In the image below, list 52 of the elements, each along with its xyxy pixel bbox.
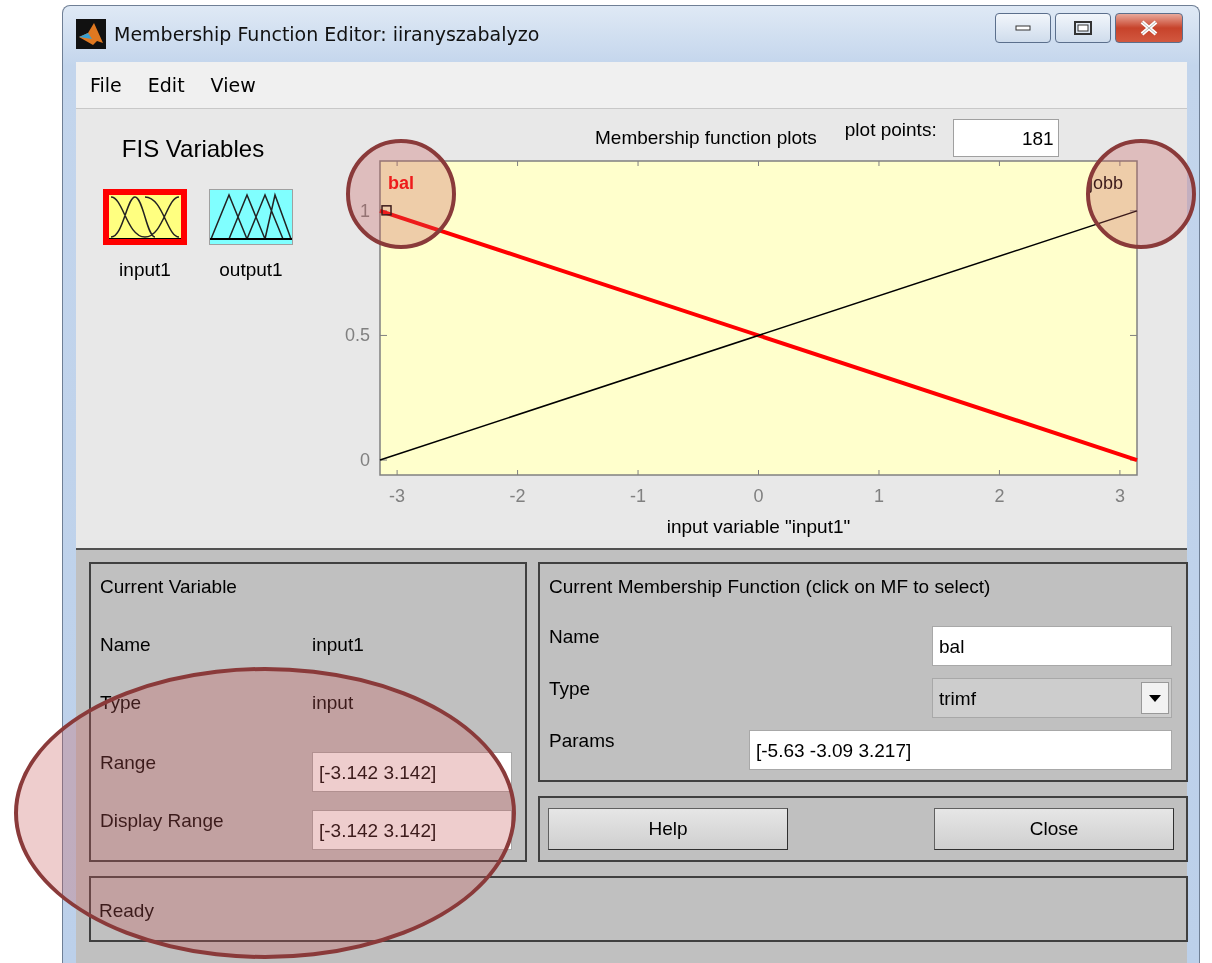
dropdown-caret-icon [1149,694,1161,702]
x-tick-label: -1 [630,486,647,506]
field-label: Name [549,626,600,648]
close-icon [1139,20,1159,36]
x-axis-label: input variable "input1" [666,516,851,537]
minimize-icon [1015,25,1031,31]
x-tick-label: -2 [509,486,526,506]
panel-title: Current Membership Function (click on MF to select) [549,576,991,598]
y-tick-label: 0.5 [344,325,370,346]
mf-name-field[interactable]: bal [932,626,1172,666]
display-range-field[interactable]: [-3.142 3.142] [312,810,512,850]
close-button[interactable] [1115,13,1183,43]
plot-points-field[interactable]: 181 [952,119,1059,157]
x-tick-label: -3 [389,486,406,506]
y-tick-label: 0 [360,450,370,471]
range-field[interactable]: [-3.142 3.142] [312,752,512,792]
mf-type-dropdown[interactable]: trimf [932,678,1172,718]
status-bar: Ready [89,876,1188,942]
dialog-button[interactable]: Close [934,808,1174,850]
window-title: Membership Function Editor: iiranyszabalyzo [114,23,541,45]
plot-title: Membership function plots [595,127,817,149]
field-label: Params [549,730,615,752]
maximize-button[interactable] [1055,13,1111,43]
variable-label: input1 [119,259,171,281]
x-tick-label: 3 [1114,486,1125,506]
output-variable-icon[interactable] [209,189,293,245]
field-label: Name [100,634,151,656]
plot-points-label: plot points: [844,119,937,141]
maximize-icon [1074,21,1092,35]
dialog-button[interactable]: Help [548,808,788,850]
minimize-button[interactable] [995,13,1051,43]
x-tick-label: 1 [873,486,884,506]
x-tick-label: 0 [753,486,764,506]
panel-title: Current Variable [100,576,237,598]
section-title: FIS Variables [121,135,265,163]
input-variable-icon[interactable] [103,189,187,245]
params-field[interactable]: [-5.63 -3.09 3.217] [749,730,1172,770]
x-tick-label: 2 [994,486,1005,506]
app-logo-icon [76,19,106,49]
variable-type: input [312,692,354,714]
variable-name: input1 [312,634,364,656]
menu-item[interactable]: View [210,74,256,96]
y-tick-label: 1 [360,200,370,221]
field-label: Range [100,752,156,774]
mf-label: jobb [1088,173,1123,193]
menu-item[interactable]: Edit [147,74,185,96]
variable-label: output1 [219,259,283,281]
field-label: Display Range [100,810,224,832]
field-label: Type [549,678,591,700]
menu-item[interactable]: File [90,74,122,96]
vertex-handle[interactable] [381,205,392,216]
mf-label: bal [388,173,414,193]
